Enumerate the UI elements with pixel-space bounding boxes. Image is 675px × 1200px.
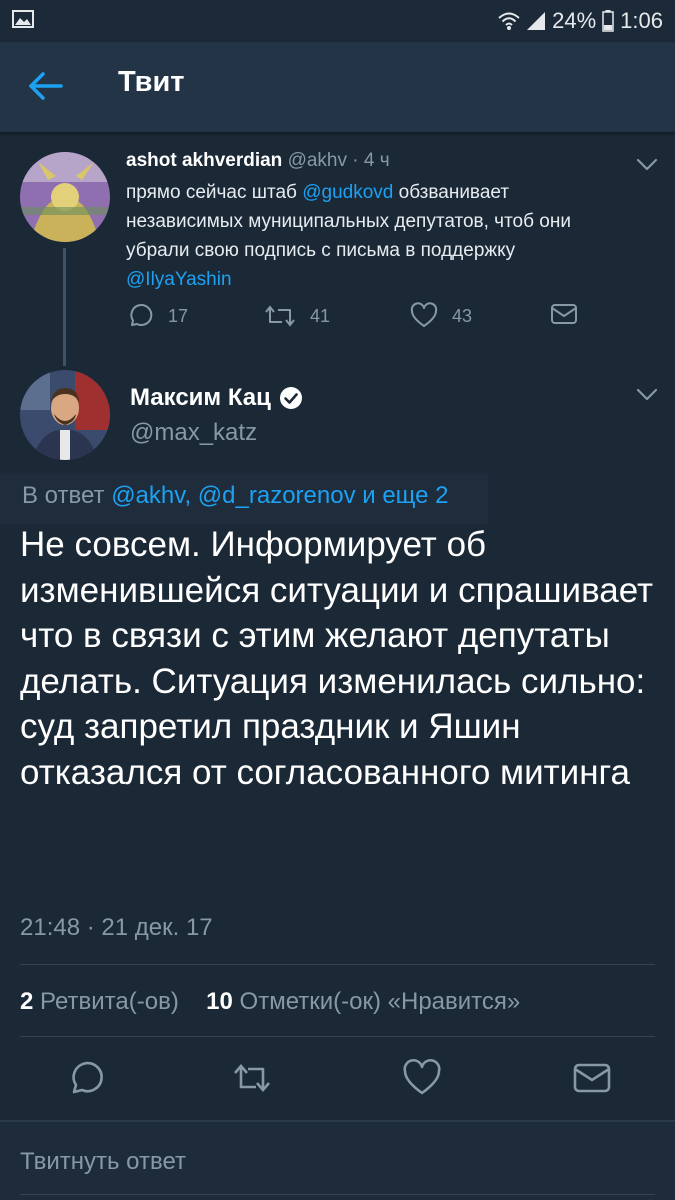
verified-badge-icon — [279, 387, 302, 409]
avatar-image — [20, 152, 110, 242]
tweet-text: прямо сейчас штаб @gudkovd обзванивает н… — [126, 178, 586, 294]
status-bar: 24% 1:06 — [0, 0, 675, 42]
reply-targets-link[interactable]: @akhv, @d_razorenov и еще 2 — [111, 482, 448, 509]
like-count: 43 — [452, 305, 473, 326]
reply-underline — [20, 1194, 655, 1195]
divider — [20, 1036, 655, 1037]
heart-icon[interactable] — [402, 1058, 442, 1098]
app-bar: Твит — [0, 42, 675, 132]
retweet-button[interactable]: 41 — [264, 302, 330, 330]
author-name[interactable]: Максим Кац — [130, 384, 303, 412]
tweet-text: Не совсем. Информирует об изменившейся с… — [20, 525, 654, 792]
engagement-stats: 2 Ретвита(-ов) 10 Отметки(-ок) «Нравится… — [20, 988, 520, 1016]
likes-label: Отметки(-ок) «Нравится» — [239, 988, 521, 1015]
thread-line — [63, 248, 66, 366]
page-title: Твит — [118, 66, 185, 98]
reply-icon — [130, 304, 153, 326]
reply-context: В ответ @akhv, @d_razorenov и еще 2 — [0, 474, 488, 524]
clock: 1:06 — [620, 8, 663, 33]
battery-percent: 24% — [552, 8, 597, 33]
retweet-icon[interactable] — [232, 1058, 272, 1098]
chevron-down-icon[interactable] — [636, 388, 658, 402]
gallery-notification-icon — [12, 10, 34, 28]
meta-separator: · — [352, 150, 359, 171]
tweet-time: 4 ч — [363, 150, 390, 171]
retweets-stat[interactable]: 2 Ретвита(-ов) — [20, 988, 179, 1015]
author-handle[interactable]: @akhv — [288, 150, 347, 171]
back-arrow-icon[interactable] — [28, 70, 64, 102]
envelope-icon[interactable] — [572, 1058, 612, 1098]
reply-button[interactable]: 17 — [126, 302, 188, 330]
retweets-count: 2 — [20, 988, 34, 1015]
tweet-actions: 17 41 43 — [126, 302, 586, 334]
divider — [20, 964, 655, 965]
reply-count: 17 — [168, 305, 189, 326]
envelope-icon — [551, 304, 577, 324]
reply-icon[interactable] — [66, 1058, 106, 1098]
likes-stat[interactable]: 10 Отметки(-ок) «Нравится» — [206, 988, 520, 1015]
tweet-text-segment: прямо сейчас штаб — [126, 182, 303, 203]
author-handle[interactable]: @max_katz — [130, 419, 257, 447]
author-name-text: Максим Кац — [130, 384, 271, 411]
tweet-timestamp: 21:48 · 21 дек. 17 — [20, 914, 213, 941]
dm-button[interactable] — [550, 302, 578, 326]
retweet-icon — [265, 305, 295, 327]
mention-link[interactable]: @IlyaYashin — [126, 269, 232, 290]
reply-composer: Твитнуть ответ — [0, 1120, 675, 1200]
battery-icon — [602, 10, 614, 32]
reply-prefix: В ответ — [22, 482, 112, 509]
tweet-header: ashot akhverdian @akhv · 4 ч — [126, 150, 390, 172]
mention-link[interactable]: @gudkovd — [302, 182, 393, 203]
tweet-actions — [0, 1058, 675, 1102]
heart-icon — [410, 302, 438, 327]
chevron-down-icon[interactable] — [636, 158, 658, 172]
likes-count: 10 — [206, 988, 233, 1015]
retweets-label: Ретвита(-ов) — [40, 988, 179, 1015]
author-name[interactable]: ashot akhverdian — [126, 150, 282, 171]
avatar[interactable] — [20, 370, 110, 460]
like-button[interactable]: 43 — [410, 302, 472, 330]
wifi-icon — [498, 12, 520, 30]
avatar[interactable] — [20, 152, 110, 242]
signal-icon — [527, 12, 546, 30]
avatar-image — [20, 370, 110, 460]
retweet-count: 41 — [310, 305, 331, 326]
reply-input[interactable]: Твитнуть ответ — [20, 1148, 186, 1176]
